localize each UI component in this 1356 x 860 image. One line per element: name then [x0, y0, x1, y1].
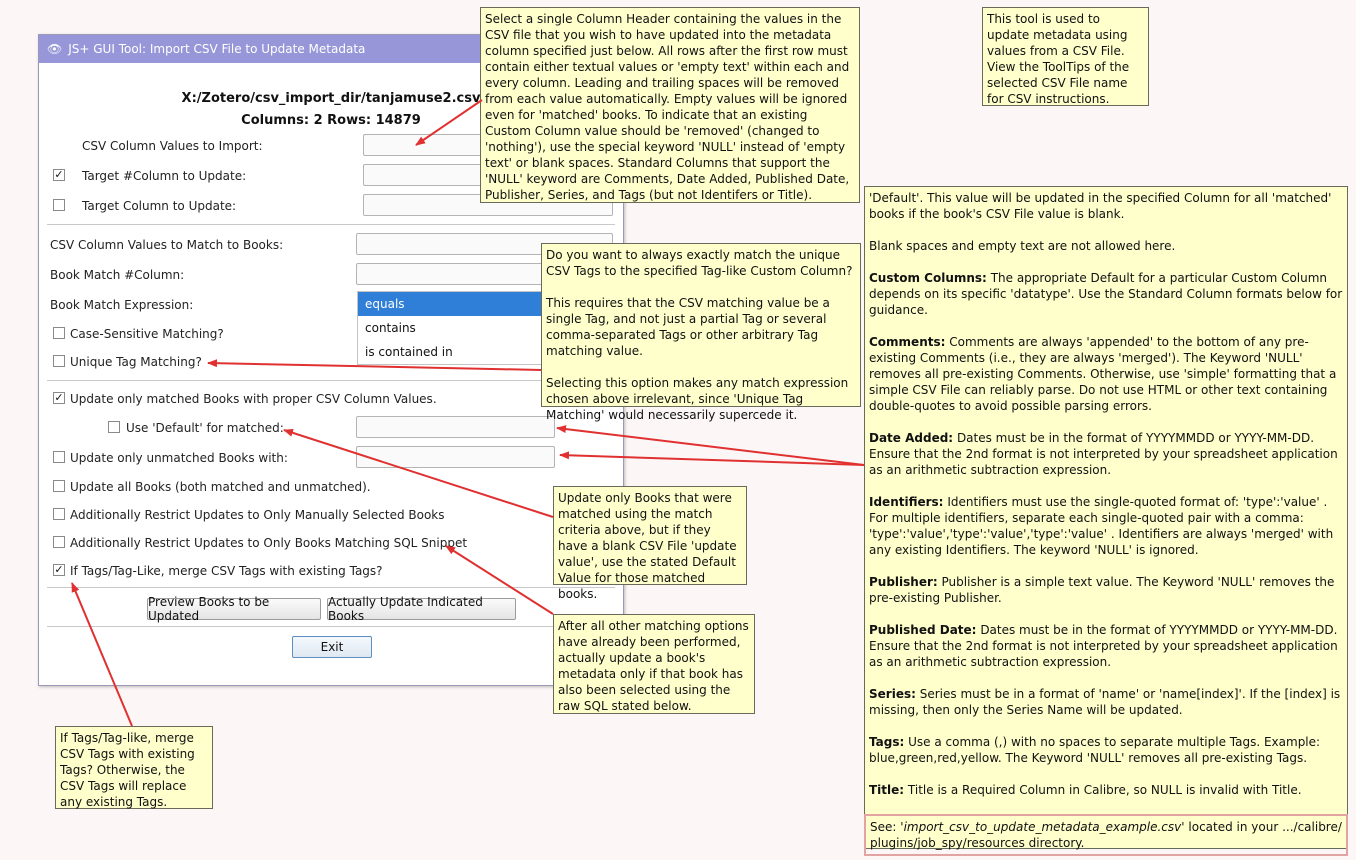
csv-values-import-label: CSV Column Values to Import:	[82, 139, 263, 153]
target-column-checkbox[interactable]	[53, 199, 65, 211]
update-books-button[interactable]: Actually Update Indicated Books	[327, 595, 516, 623]
tooltip-csv-values: Select a single Column Header containing…	[480, 7, 860, 203]
merge-tags-checkbox[interactable]: ✓	[53, 564, 65, 576]
tooltip-tool-info: This tool is used to update metadata usi…	[982, 7, 1149, 106]
update-all-checkbox[interactable]	[53, 480, 65, 492]
tooltip-use-default: Update only Books that were matched usin…	[553, 486, 747, 601]
tooltip-sql-restrict: After all other matching options have al…	[553, 614, 755, 714]
book-match-expression-label: Book Match Expression:	[50, 298, 194, 312]
separator	[47, 380, 615, 381]
book-match-column-label: Book Match #Column:	[50, 268, 185, 282]
unique-tag-checkbox[interactable]	[53, 355, 65, 367]
preview-books-button[interactable]: Preview Books to be Updated	[147, 595, 321, 623]
restrict-manual-checkbox[interactable]	[53, 508, 65, 520]
restrict-sql-label: Additionally Restrict Updates to Only Bo…	[70, 536, 468, 550]
tooltip-unique-tag: Do you want to always exactly match the …	[541, 243, 861, 422]
restrict-sql-checkbox[interactable]	[53, 536, 65, 548]
csv-values-match-label: CSV Column Values to Match to Books:	[50, 238, 284, 252]
window-title: JS+ GUI Tool: Import CSV File to Update …	[68, 42, 366, 56]
unmatched-value-input[interactable]	[356, 446, 555, 468]
case-sensitive-checkbox[interactable]	[53, 327, 65, 339]
update-matched-label: Update only matched Books with proper CS…	[70, 392, 437, 406]
see-example-file: See: 'import_csv_to_update_metadata_exam…	[864, 814, 1348, 856]
target-hash-column-checkbox[interactable]: ✓	[53, 169, 65, 181]
target-column-label: Target Column to Update:	[82, 199, 237, 213]
update-unmatched-label: Update only unmatched Books with:	[70, 451, 288, 465]
update-unmatched-checkbox[interactable]	[53, 451, 65, 463]
tooltip-merge-tags: If Tags/Tag-like, merge CSV Tags with ex…	[55, 726, 213, 809]
eye-icon: 👁	[47, 42, 63, 56]
use-default-label: Use 'Default' for matched:	[126, 421, 284, 435]
update-matched-checkbox[interactable]: ✓	[53, 392, 65, 404]
update-all-label: Update all Books (both matched and unmat…	[70, 480, 371, 494]
separator	[47, 587, 615, 588]
tooltip-default-formats: 'Default'. This value will be updated in…	[864, 186, 1348, 856]
merge-tags-label: If Tags/Tag-Like, merge CSV Tags with ex…	[70, 564, 383, 578]
target-hash-column-label: Target #Column to Update:	[82, 169, 247, 183]
default-value-input[interactable]	[356, 416, 555, 438]
restrict-manual-label: Additionally Restrict Updates to Only Ma…	[70, 508, 445, 522]
unique-tag-label: Unique Tag Matching?	[70, 355, 202, 369]
separator	[47, 626, 615, 627]
case-sensitive-label: Case-Sensitive Matching?	[70, 327, 224, 341]
separator	[47, 224, 615, 225]
exit-button[interactable]: Exit	[292, 636, 372, 658]
use-default-checkbox[interactable]	[108, 421, 120, 433]
